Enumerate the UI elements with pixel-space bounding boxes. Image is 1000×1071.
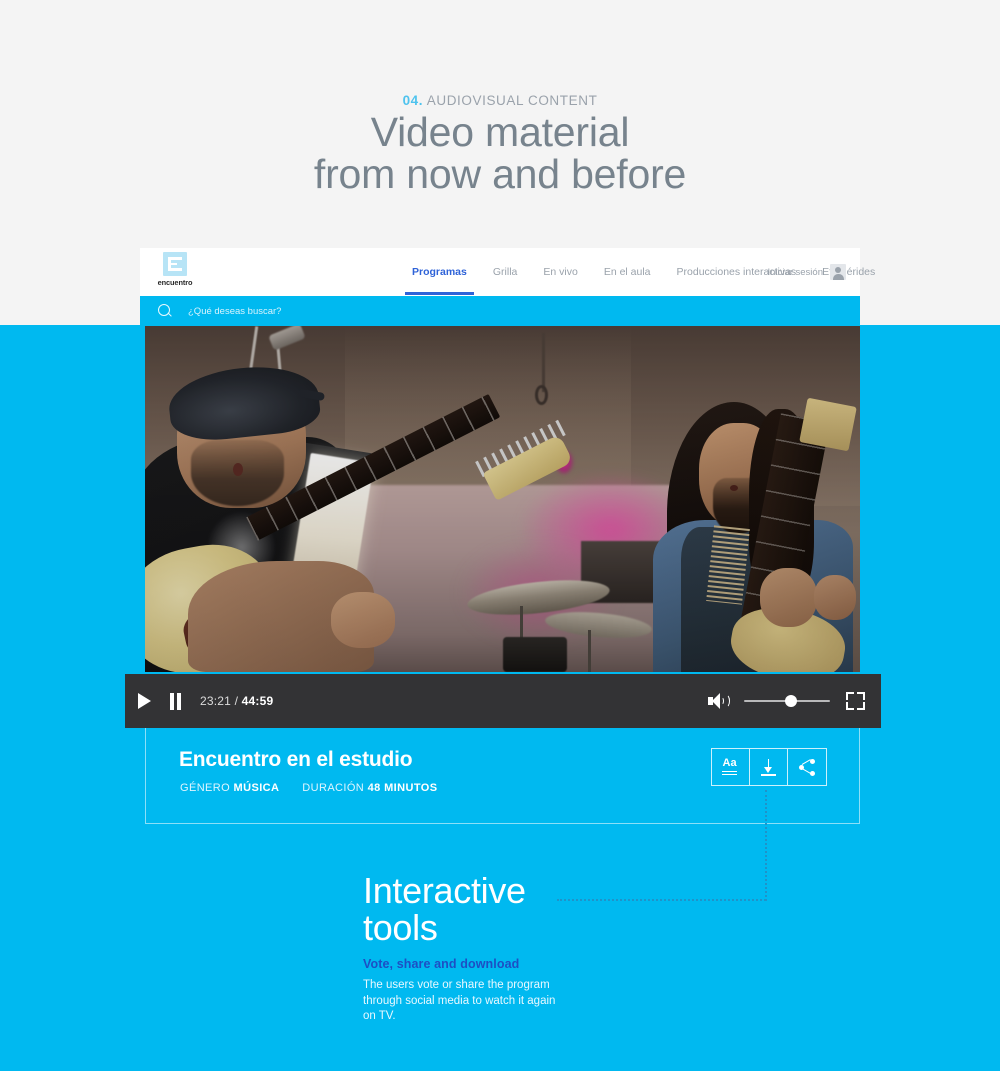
page-title: Video material from now and before (0, 112, 1000, 195)
aa-glyph: Aa (722, 756, 737, 769)
search-icon (158, 304, 172, 318)
avatar-icon (830, 264, 846, 280)
logo-mark-icon (163, 252, 187, 276)
encuentro-logo[interactable]: encuentro (153, 252, 197, 290)
login-label: Iniciar sesión (767, 266, 823, 278)
callout-heading-line1: Interactive (363, 870, 526, 911)
site-browser-card: encuentro Programas Grilla En vivo En el… (140, 248, 875, 326)
download-button[interactable] (750, 749, 788, 785)
program-tool-group: Aa (711, 748, 827, 786)
genre-value: MÚSICA (233, 782, 280, 794)
callout-heading: Interactive tools (363, 872, 783, 946)
section-eyebrow: 04. AUDIOVISUAL CONTENT (0, 93, 1000, 108)
nav-item-grilla[interactable]: Grilla (493, 250, 518, 295)
page-title-line1: Video material (370, 109, 630, 155)
video-controls-bar: 23:21 / 44:59 (125, 674, 881, 728)
play-icon[interactable] (138, 693, 151, 709)
program-info-panel: Encuentro en el estudio GÉNERO MÚSICA DU… (145, 728, 860, 824)
section-number: 04. (402, 93, 424, 108)
section-label: AUDIOVISUAL CONTENT (423, 93, 598, 108)
share-button[interactable] (788, 749, 826, 785)
program-title: Encuentro en el estudio (179, 748, 413, 771)
volume-icon[interactable] (708, 692, 730, 710)
login-button[interactable]: Iniciar sesión (768, 248, 846, 296)
duration-label: DURACIÓN (302, 782, 365, 794)
controls-right-group (708, 692, 881, 710)
search-input[interactable]: ¿Qué deseas buscar? (188, 306, 281, 317)
callout-heading-line2: tools (363, 907, 438, 948)
pause-icon[interactable] (169, 692, 182, 710)
callout-body: The users vote or share the program thro… (363, 979, 556, 1022)
download-icon (761, 758, 776, 776)
genre-label: GÉNERO (180, 782, 231, 794)
total-time: 44:59 (241, 694, 274, 708)
duration-value: 48 MINUTOS (367, 782, 438, 794)
controls-left-group: 23:21 / 44:59 (125, 692, 273, 710)
video-player-stage[interactable] (145, 326, 860, 672)
text-size-button[interactable]: Aa (712, 749, 750, 785)
slide-canvas: 04. AUDIOVISUAL CONTENT Video material f… (0, 0, 1000, 1071)
callout-subheading: Vote, share and download (363, 957, 520, 971)
aa-icon: Aa (721, 756, 740, 776)
video-frame-image (145, 326, 860, 672)
volume-slider[interactable] (744, 694, 830, 708)
time-display: 23:21 / 44:59 (200, 694, 273, 708)
logo-wordmark: encuentro (157, 277, 193, 287)
site-navbar: encuentro Programas Grilla En vivo En el… (140, 248, 875, 296)
nav-item-programas[interactable]: Programas (405, 250, 474, 295)
site-search-bar[interactable]: ¿Qué deseas buscar? (140, 296, 860, 326)
interactive-tools-callout: Interactive tools Vote, share and downlo… (363, 872, 783, 1025)
share-icon (799, 758, 815, 776)
current-time: 23:21 (200, 694, 232, 708)
fullscreen-icon[interactable] (846, 692, 865, 710)
nav-item-en-vivo[interactable]: En vivo (543, 250, 577, 295)
program-meta: GÉNERO MÚSICA DURACIÓN 48 MINUTOS (180, 782, 437, 794)
nav-item-en-el-aula[interactable]: En el aula (604, 250, 651, 295)
page-title-line2: from now and before (313, 151, 687, 197)
time-separator: / (231, 694, 242, 708)
